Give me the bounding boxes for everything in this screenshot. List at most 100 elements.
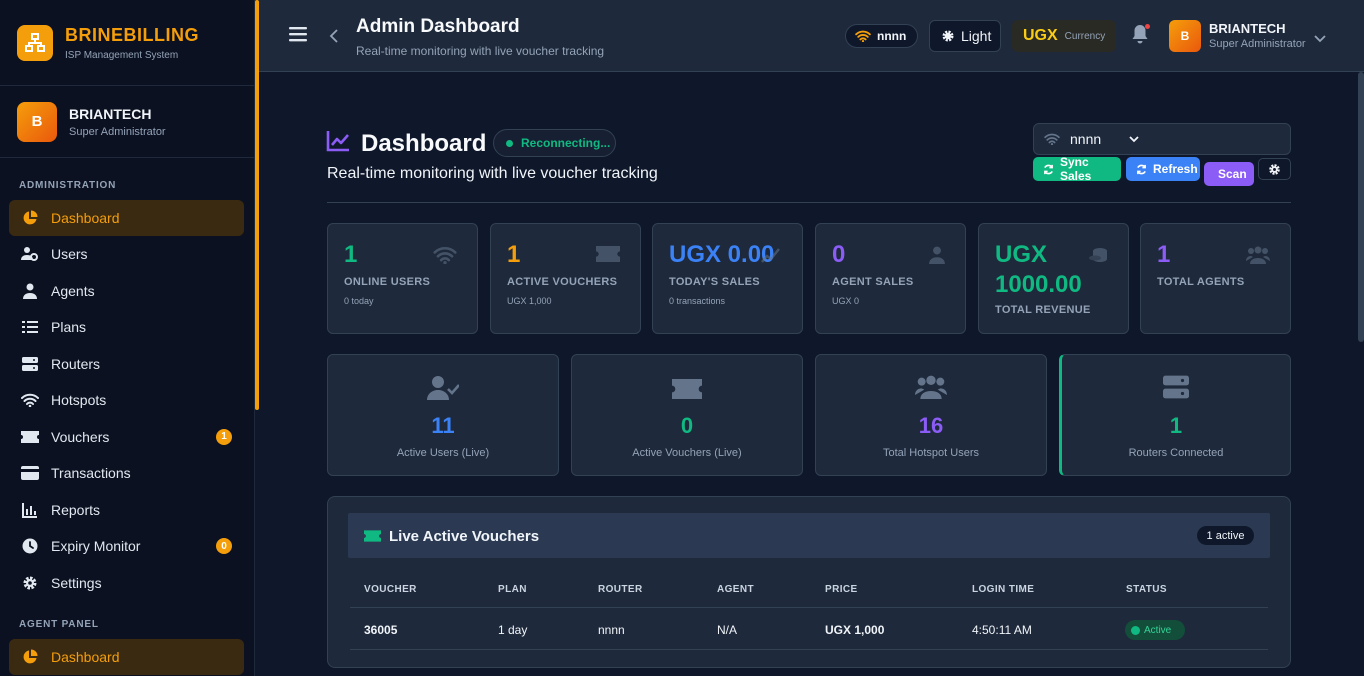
page-subtitle: Real-time monitoring with live voucher t… bbox=[356, 44, 605, 58]
brand-name: BRINEBILLING bbox=[65, 24, 199, 45]
stat-value: 1 bbox=[507, 241, 521, 268]
sidebar-item-label: Users bbox=[51, 246, 88, 263]
stat-card-agent-sales[interactable]: 0 AGENT SALES UGX 0 bbox=[815, 223, 966, 334]
sidebar-item-dashboard[interactable]: Dashboard bbox=[9, 200, 244, 236]
divider bbox=[327, 202, 1291, 203]
stat-card-active-vouchers[interactable]: 1 ACTIVE VOUCHERS UGX 1,000 bbox=[490, 223, 641, 334]
bar-chart-icon bbox=[21, 501, 39, 519]
gear-icon bbox=[21, 574, 39, 592]
sidebar-item-label: Plans bbox=[51, 319, 87, 336]
menu-icon[interactable] bbox=[289, 26, 307, 47]
clock-icon bbox=[21, 537, 39, 555]
stat-sub: UGX 0 bbox=[832, 296, 860, 306]
bell-icon[interactable] bbox=[1131, 24, 1150, 49]
sidebar-item-label: Hotspots bbox=[51, 392, 107, 409]
router-name: nnnn bbox=[877, 29, 907, 43]
settings-button[interactable] bbox=[1258, 158, 1291, 180]
chevron-down-icon[interactable] bbox=[1314, 30, 1326, 48]
status-text: Active bbox=[1144, 624, 1172, 636]
server-icon bbox=[1062, 375, 1290, 403]
column-header[interactable]: ROUTER bbox=[598, 584, 643, 595]
dashboard-title: Dashboard bbox=[361, 130, 487, 157]
avatar[interactable]: B bbox=[1169, 20, 1201, 52]
currency-selector[interactable]: UGX Currency bbox=[1012, 20, 1116, 52]
sidebar-item-settings[interactable]: Settings bbox=[0, 565, 244, 602]
coins-icon bbox=[1088, 246, 1108, 271]
stat-sub: UGX 1,000 bbox=[507, 296, 552, 306]
live-card-total-hotspot-users[interactable]: 16 Total Hotspot Users bbox=[815, 354, 1047, 476]
stat-card-todays-sales[interactable]: UGX 0.00 TODAY'S SALES 0 transactions bbox=[652, 223, 803, 334]
sidebar-item-users[interactable]: Users bbox=[0, 236, 244, 273]
sidebar-item-agent-dashboard[interactable]: Dashboard bbox=[9, 639, 244, 675]
chevron-left-icon[interactable] bbox=[329, 29, 339, 48]
sidebar-item-reports[interactable]: Reports bbox=[0, 492, 244, 529]
sidebar-item-vouchers[interactable]: Vouchers 1 bbox=[0, 419, 244, 456]
gear-icon bbox=[1268, 163, 1281, 176]
server-icon bbox=[21, 355, 39, 373]
ticket-icon bbox=[364, 529, 381, 547]
network-icon bbox=[17, 24, 53, 61]
stat-value: 1 bbox=[1157, 241, 1171, 268]
stat-card-online-users[interactable]: 1 ONLINE USERS 0 today bbox=[327, 223, 478, 334]
theme-toggle-button[interactable]: Light bbox=[929, 20, 1001, 52]
stat-value: 0 bbox=[832, 241, 846, 268]
stat-label: TODAY'S SALES bbox=[669, 276, 760, 288]
wifi-icon bbox=[855, 30, 871, 42]
column-header[interactable]: LOGIN TIME bbox=[972, 584, 1034, 595]
header-divider bbox=[350, 607, 1268, 608]
stat-card-total-revenue[interactable]: UGX 1000.00 TOTAL REVENUE bbox=[978, 223, 1129, 334]
stat-card-total-agents[interactable]: 1 TOTAL AGENTS bbox=[1140, 223, 1291, 334]
avatar: B bbox=[17, 101, 57, 142]
live-vouchers-card: Live Active Vouchers 1 active VOUCHER PL… bbox=[327, 496, 1291, 668]
sidebar-item-expiry-monitor[interactable]: Expiry Monitor 0 bbox=[0, 528, 244, 565]
stat-label: TOTAL REVENUE bbox=[995, 304, 1091, 316]
refresh-button[interactable]: Refresh bbox=[1126, 157, 1200, 181]
live-label: Active Vouchers (Live) bbox=[632, 447, 742, 459]
brand-subtitle: ISP Management System bbox=[65, 49, 179, 61]
credit-card-icon bbox=[21, 464, 39, 482]
sync-icon bbox=[1043, 164, 1054, 175]
users-icon bbox=[1246, 246, 1270, 269]
currency-label: Currency bbox=[1064, 30, 1106, 42]
section-administration: ADMINISTRATION bbox=[19, 180, 117, 191]
status-dot bbox=[1131, 625, 1140, 635]
live-label: Routers Connected bbox=[1128, 447, 1224, 459]
status-badge: Active bbox=[1125, 620, 1185, 640]
router-status-pill[interactable]: nnnn bbox=[845, 24, 918, 48]
column-header[interactable]: PRICE bbox=[825, 584, 858, 595]
sync-sales-button[interactable]: Sync Sales bbox=[1033, 155, 1121, 183]
live-card-routers-connected[interactable]: 1 Routers Connected bbox=[1059, 354, 1291, 476]
live-card-active-users[interactable]: 11 Active Users (Live) bbox=[327, 354, 559, 476]
brand[interactable]: BRINEBILLING ISP Management System bbox=[0, 0, 254, 86]
page-scrollbar[interactable] bbox=[1358, 72, 1364, 342]
voucher-code: 36005 bbox=[364, 623, 398, 637]
scan-button[interactable]: Scan bbox=[1204, 162, 1254, 186]
sidebar-item-hotspots[interactable]: Hotspots bbox=[0, 382, 244, 419]
column-header[interactable]: PLAN bbox=[498, 584, 527, 595]
column-header[interactable]: STATUS bbox=[1126, 584, 1167, 595]
currency-code: UGX bbox=[1023, 27, 1058, 44]
connection-status-text: Reconnecting... bbox=[521, 136, 611, 150]
wifi-icon bbox=[21, 391, 39, 409]
voucher-login-time: 4:50:11 AM bbox=[972, 623, 1032, 637]
topbar-user-name[interactable]: BRIANTECH bbox=[1209, 21, 1286, 36]
live-label: Total Hotspot Users bbox=[883, 447, 979, 459]
column-header[interactable]: AGENT bbox=[717, 584, 754, 595]
live-value: 16 bbox=[918, 413, 944, 438]
sidebar-item-transactions[interactable]: Transactions bbox=[0, 455, 244, 492]
sidebar-item-plans[interactable]: Plans bbox=[0, 309, 244, 346]
stat-sub: 0 today bbox=[344, 296, 374, 306]
router-select[interactable]: nnnn bbox=[1033, 123, 1291, 155]
sidebar-item-label: Vouchers bbox=[51, 428, 110, 445]
column-header[interactable]: VOUCHER bbox=[364, 584, 417, 595]
sidebar-item-label: Agents bbox=[51, 282, 95, 299]
sidebar-item-routers[interactable]: Routers bbox=[0, 346, 244, 383]
connection-status-badge: Reconnecting... bbox=[493, 129, 616, 157]
ticket-icon bbox=[572, 375, 802, 403]
live-card-active-vouchers[interactable]: 0 Active Vouchers (Live) bbox=[571, 354, 803, 476]
voucher-price: UGX 1,000 bbox=[825, 623, 885, 637]
live-vouchers-title: Live Active Vouchers bbox=[389, 528, 540, 545]
live-vouchers-header: Live Active Vouchers 1 active bbox=[348, 513, 1270, 558]
active-count-badge: 1 active bbox=[1197, 526, 1254, 545]
sidebar-item-agents[interactable]: Agents bbox=[0, 273, 244, 310]
